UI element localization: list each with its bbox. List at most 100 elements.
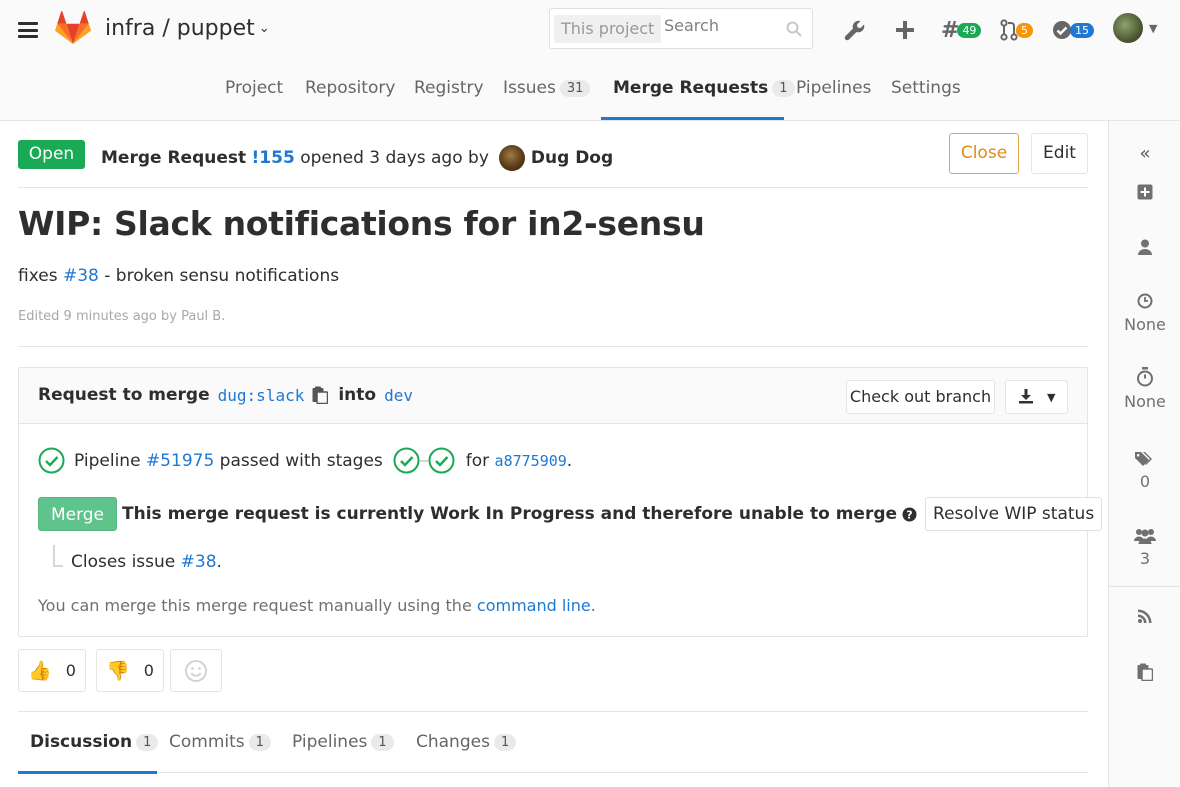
smiley-icon bbox=[185, 659, 207, 682]
pipeline-status-text: passed with stages bbox=[219, 450, 383, 471]
desc-suffix: - broken sensu notifications bbox=[104, 266, 340, 286]
merge-row: Merge This merge request is currently Wo… bbox=[38, 497, 1103, 531]
tab-pipelines-label: Pipelines bbox=[292, 732, 368, 752]
nav-issues[interactable]: Issues 31 bbox=[503, 78, 591, 98]
admin-area-link[interactable] bbox=[843, 16, 867, 44]
tab-discussion-label: Discussion bbox=[30, 732, 133, 752]
mr-title: WIP: Slack notifications for in2-sensu bbox=[18, 204, 705, 243]
plus-square-icon bbox=[1137, 184, 1153, 200]
wip-message: This merge request is currently Work In … bbox=[122, 504, 898, 524]
request-to-merge: Request to merge dug:slack into dev bbox=[38, 385, 421, 405]
thumbs-up-count: 0 bbox=[65, 661, 76, 680]
chevron-down-icon[interactable]: ▼ bbox=[1149, 22, 1157, 35]
close-mr-button[interactable]: Close bbox=[949, 133, 1019, 174]
merge-requests-link[interactable]: 5 bbox=[1000, 16, 1033, 44]
divider bbox=[18, 187, 1088, 188]
tab-commits[interactable]: Commits 1 bbox=[169, 732, 271, 752]
nav-project[interactable]: Project bbox=[225, 78, 283, 98]
period: . bbox=[216, 552, 222, 572]
participants-block[interactable]: 3 bbox=[1109, 528, 1180, 568]
into-label: into bbox=[338, 385, 377, 405]
time-tracking-block[interactable]: None bbox=[1109, 367, 1180, 411]
download-dropdown-button[interactable]: ▼ bbox=[1005, 380, 1068, 414]
tab-pipelines[interactable]: Pipelines 1 bbox=[292, 732, 394, 752]
chevron-down-icon[interactable]: ⌄ bbox=[259, 21, 270, 36]
issues-count-badge: 49 bbox=[957, 22, 982, 38]
target-branch-link[interactable]: dev bbox=[384, 386, 413, 405]
merge-button[interactable]: Merge bbox=[38, 497, 117, 531]
copy-branch-icon[interactable] bbox=[312, 386, 329, 404]
add-reaction-button[interactable] bbox=[170, 649, 222, 692]
author-name[interactable]: Dug Dog bbox=[531, 148, 613, 168]
stopwatch-icon bbox=[1137, 367, 1153, 387]
menu-icon[interactable] bbox=[18, 22, 38, 38]
closes-connector bbox=[53, 545, 63, 567]
nav-registry[interactable]: Registry bbox=[414, 78, 484, 98]
milestone-block[interactable]: None bbox=[1109, 293, 1180, 334]
tab-changes[interactable]: Changes 1 bbox=[416, 732, 517, 752]
user-avatar[interactable] bbox=[1113, 13, 1143, 43]
stage-success-icon[interactable] bbox=[393, 447, 420, 474]
assignee-block[interactable] bbox=[1109, 239, 1180, 259]
thumbs-down-award[interactable]: 👎 0 bbox=[96, 649, 164, 692]
rss-icon bbox=[1138, 609, 1152, 623]
tab-commits-count: 1 bbox=[248, 734, 271, 751]
nav-settings[interactable]: Settings bbox=[891, 78, 961, 98]
project-link[interactable]: puppet bbox=[177, 16, 255, 41]
commit-sha-link[interactable]: a8775909 bbox=[495, 452, 567, 470]
subscribe-toggle[interactable] bbox=[1109, 608, 1180, 627]
nav-pipelines[interactable]: Pipelines bbox=[796, 78, 871, 98]
copy-reference-button[interactable] bbox=[1109, 663, 1180, 685]
status-success-icon[interactable] bbox=[38, 447, 65, 474]
collapse-sidebar-toggle[interactable]: « bbox=[1109, 143, 1180, 164]
closes-issue-link[interactable]: #38 bbox=[181, 552, 217, 572]
mr-opened-text: opened 3 days ago by bbox=[300, 148, 489, 168]
gitlab-logo-icon[interactable] bbox=[55, 11, 91, 45]
mr-reference-link[interactable]: !155 bbox=[252, 148, 295, 168]
stage-success-icon[interactable] bbox=[428, 447, 455, 474]
active-tab-indicator bbox=[601, 117, 784, 120]
command-line-link[interactable]: command line. bbox=[477, 596, 596, 615]
tags-icon bbox=[1135, 452, 1152, 466]
tab-changes-count: 1 bbox=[493, 734, 517, 751]
plus-icon bbox=[896, 21, 914, 39]
closes-issue-row: Closes issue #38. bbox=[71, 552, 222, 572]
thumbs-down-count: 0 bbox=[143, 661, 154, 680]
svg-text:?: ? bbox=[906, 508, 912, 521]
nav-merge-requests[interactable]: Merge Requests 1 bbox=[613, 78, 795, 98]
labels-block[interactable]: 0 bbox=[1109, 451, 1180, 491]
labels-count: 0 bbox=[1139, 472, 1151, 491]
pipeline-status-row: Pipeline #51975 passed with stages for a… bbox=[38, 447, 572, 474]
namespace-link[interactable]: infra bbox=[105, 16, 155, 41]
desc-prefix: fixes bbox=[18, 266, 58, 286]
tab-discussion[interactable]: Discussion 1 bbox=[30, 732, 159, 752]
add-todo-button[interactable] bbox=[1109, 184, 1180, 204]
resolve-wip-button[interactable]: Resolve WIP status bbox=[925, 497, 1103, 531]
search-input[interactable] bbox=[664, 16, 784, 35]
thumbs-up-award[interactable]: 👍 0 bbox=[18, 649, 86, 692]
issues-link[interactable]: # 49 bbox=[941, 16, 982, 44]
stage-connector bbox=[419, 459, 428, 462]
mr-widget-heading: Request to merge dug:slack into dev Chec… bbox=[19, 368, 1087, 424]
request-to-merge-label: Request to merge bbox=[38, 385, 210, 405]
question-circle-icon[interactable]: ? bbox=[902, 507, 917, 522]
mr-tabs: Discussion 1 Commits 1 Pipelines 1 Changes 1 bbox=[18, 711, 1088, 774]
search-scope-badge: This project bbox=[554, 15, 662, 43]
source-branch-link[interactable]: dug:slack bbox=[218, 386, 305, 405]
nav-issues-label: Issues bbox=[503, 78, 556, 98]
project-breadcrumb[interactable]: infra / puppet ⌄ bbox=[105, 16, 270, 41]
todos-link[interactable]: 15 bbox=[1052, 16, 1094, 44]
tab-pipelines-count: 1 bbox=[371, 734, 394, 751]
pipeline-link[interactable]: #51975 bbox=[146, 451, 214, 471]
participants-count: 3 bbox=[1139, 549, 1151, 568]
checkout-branch-button[interactable]: Check out branch bbox=[846, 380, 995, 414]
nav-repository[interactable]: Repository bbox=[305, 78, 395, 98]
nav-mr-label: Merge Requests bbox=[613, 78, 769, 98]
author-avatar[interactable] bbox=[498, 145, 525, 171]
desc-issue-link[interactable]: #38 bbox=[63, 266, 99, 286]
edit-mr-button[interactable]: Edit bbox=[1031, 133, 1088, 174]
new-item-link[interactable] bbox=[895, 16, 915, 44]
pipeline-prefix: Pipeline bbox=[74, 450, 141, 471]
search-box[interactable]: This project bbox=[549, 8, 813, 49]
nav-mr-count: 1 bbox=[772, 80, 795, 97]
